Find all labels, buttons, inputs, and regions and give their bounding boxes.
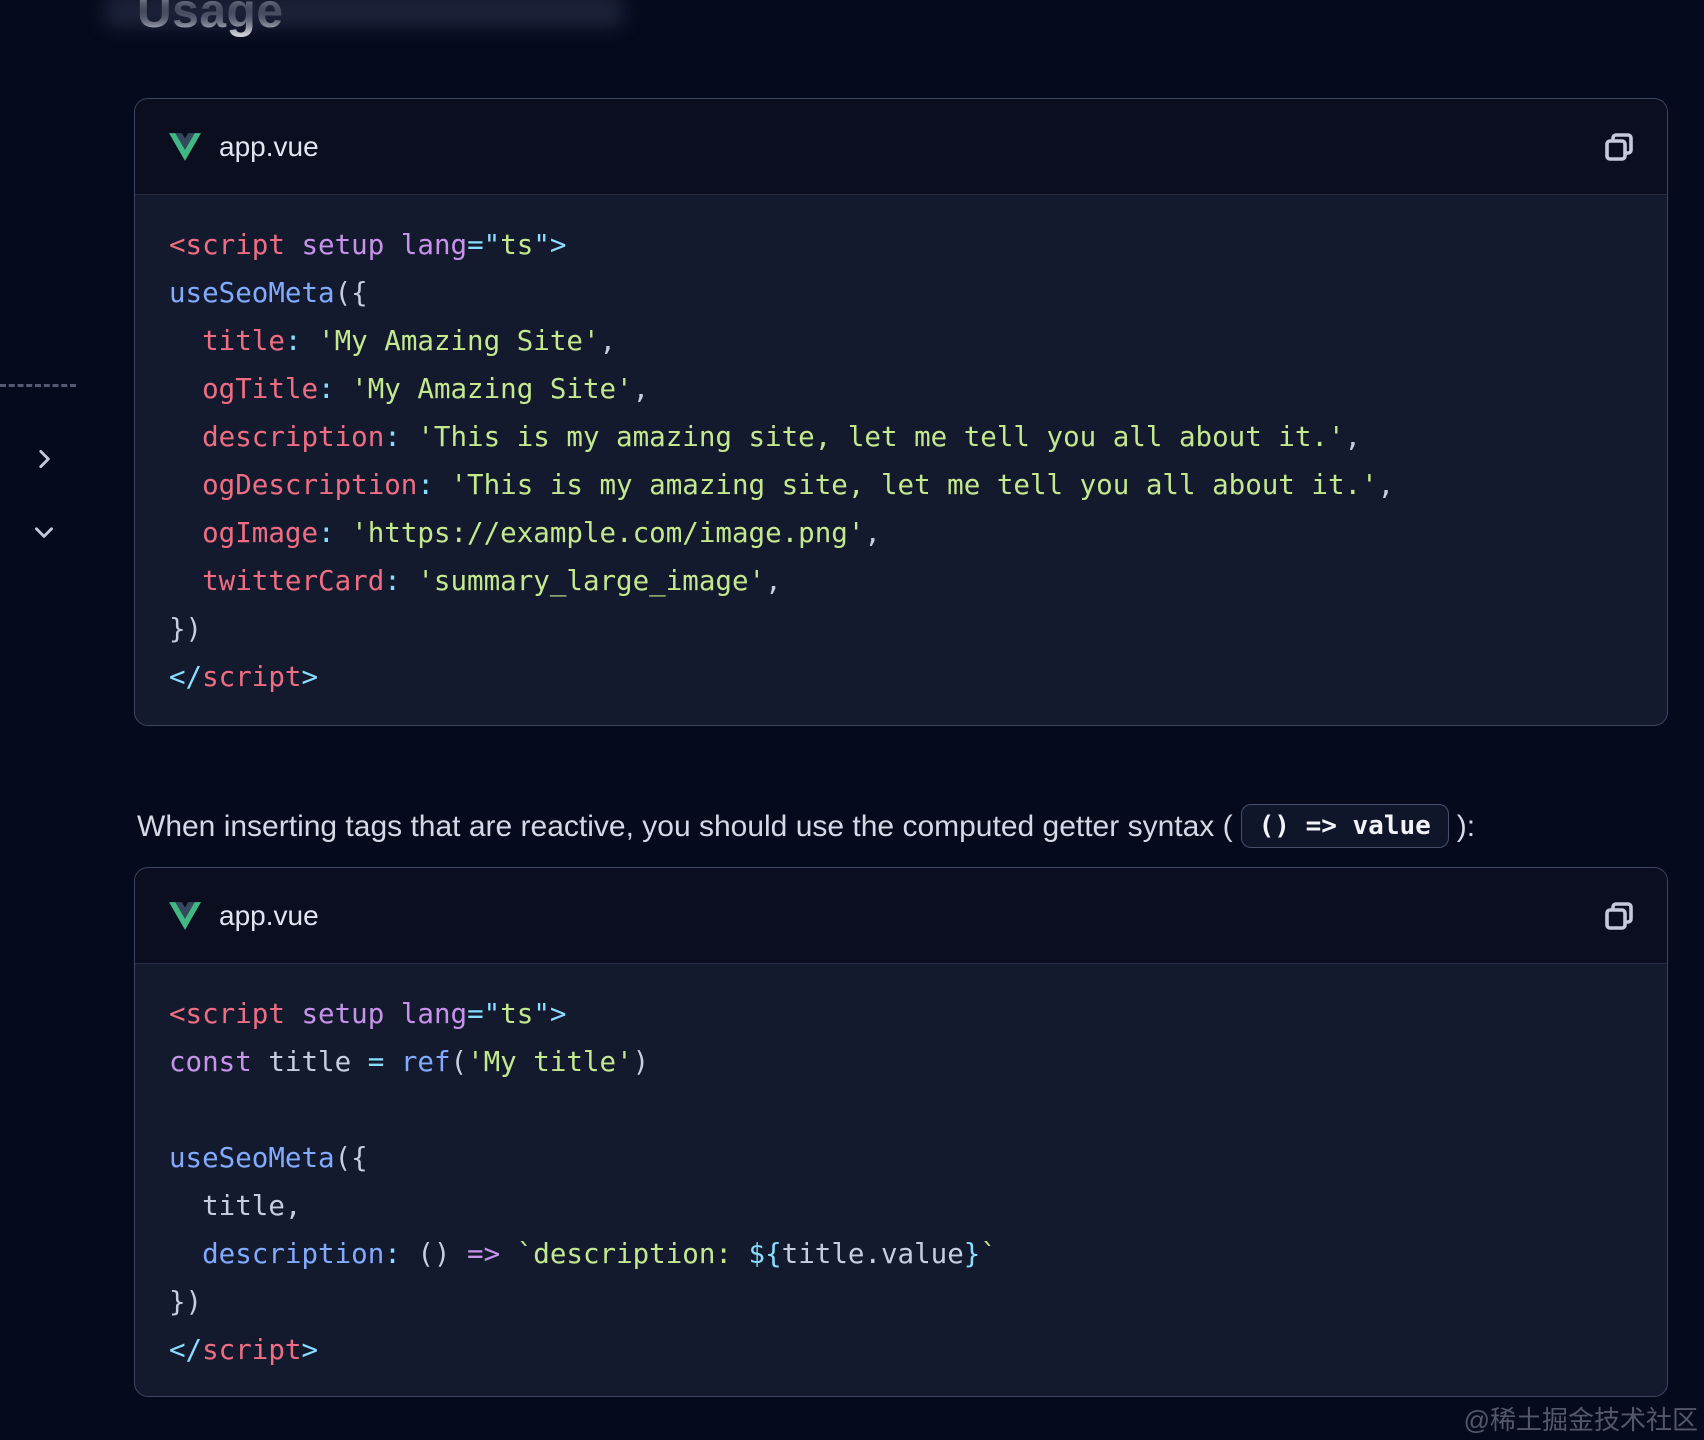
- heading-wrap: Usage: [0, 0, 900, 60]
- paragraph-text-after: ):: [1457, 810, 1475, 843]
- code-line: title,: [169, 1182, 1633, 1230]
- chevron-down-icon[interactable]: [22, 510, 66, 554]
- code-line: <script setup lang="ts">: [169, 221, 1633, 269]
- vue-logo-icon: [169, 902, 201, 930]
- code-line: ogTitle: 'My Amazing Site',: [169, 365, 1633, 413]
- code-line: twitterCard: 'summary_large_image',: [169, 557, 1633, 605]
- code-line: useSeoMeta({: [169, 1134, 1633, 1182]
- code-line: description: () => `description: ${title…: [169, 1230, 1633, 1278]
- code-line: description: 'This is my amazing site, l…: [169, 413, 1633, 461]
- paragraph-text-before: When inserting tags that are reactive, y…: [137, 810, 1233, 843]
- code-block-header: app.vue: [135, 99, 1667, 195]
- copy-button[interactable]: [1597, 894, 1641, 938]
- code-block: app.vue <script setup lang="ts">const ti…: [134, 867, 1668, 1397]
- code-line: }): [169, 605, 1633, 653]
- blur-smudge: [104, 0, 624, 28]
- inline-code-chip: () => value: [1241, 804, 1449, 848]
- code-line: ogImage: 'https://example.com/image.png'…: [169, 509, 1633, 557]
- code-content: <script setup lang="ts">const title = re…: [135, 964, 1667, 1397]
- body-paragraph: When inserting tags that are reactive, y…: [137, 798, 1677, 856]
- code-line: useSeoMeta({: [169, 269, 1633, 317]
- chevron-right-icon[interactable]: [22, 437, 66, 481]
- code-line: [169, 1086, 1633, 1134]
- code-block: app.vue <script setup lang="ts">useSeoMe…: [134, 98, 1668, 726]
- code-filename: app.vue: [219, 900, 319, 932]
- watermark: @稀土掘金技术社区: [1464, 1400, 1698, 1437]
- code-line: <script setup lang="ts">: [169, 990, 1633, 1038]
- dashed-divider: [0, 384, 76, 387]
- code-line: </script>: [169, 653, 1633, 701]
- code-filename: app.vue: [219, 131, 319, 163]
- code-line: title: 'My Amazing Site',: [169, 317, 1633, 365]
- code-line: }): [169, 1278, 1633, 1326]
- code-line: const title = ref('My title'): [169, 1038, 1633, 1086]
- code-content: <script setup lang="ts">useSeoMeta({ tit…: [135, 195, 1667, 726]
- code-block-header: app.vue: [135, 868, 1667, 964]
- copy-button[interactable]: [1597, 125, 1641, 169]
- code-line: </script>: [169, 1326, 1633, 1374]
- code-line: ogDescription: 'This is my amazing site,…: [169, 461, 1633, 509]
- vue-logo-icon: [169, 133, 201, 161]
